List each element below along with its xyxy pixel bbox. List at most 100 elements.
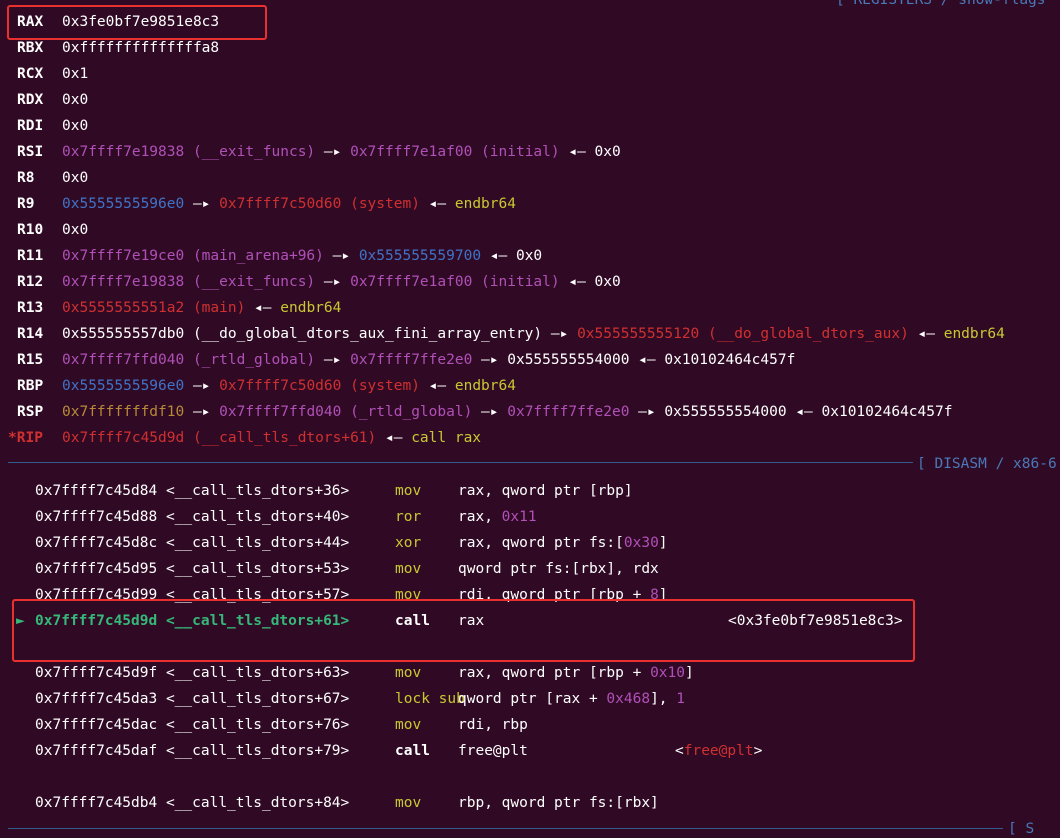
- register-name: RSP: [17, 404, 44, 420]
- register-value: 0x7fffffffdf10 —▸ 0x7ffff7ffd040 (_rtld_…: [62, 401, 952, 423]
- instruction-operands: rax, qword ptr fs:[0x30]: [458, 532, 668, 554]
- register-value-part: 0x0: [62, 170, 89, 186]
- instruction-mnemonic: mov: [395, 665, 422, 681]
- operand-part: 0x468: [606, 691, 651, 707]
- register-row-rbx: RBX 0xffffffffffffffa8: [0, 37, 1060, 59]
- register-value: 0x0: [62, 115, 88, 137]
- operand-part: rdi, rbp: [458, 717, 528, 733]
- instruction-mnemonic: mov: [395, 717, 422, 733]
- instruction-mnemonic: xor: [395, 535, 422, 551]
- register-value-part: 0x7ffff7ffd040 (_rtld_global): [62, 352, 316, 368]
- register-value-part: 0x7ffff7e19ce0 (main_arena+96): [62, 248, 324, 264]
- register-value-part: —▸: [184, 404, 220, 420]
- register-name: R12: [17, 274, 44, 290]
- register-row-rdx: RDX 0x0: [0, 89, 1060, 111]
- instruction-mnemonic: mov: [395, 561, 422, 577]
- register-value-part: 0x1: [62, 66, 89, 82]
- disasm-header: [ DISASM / x86-6: [917, 456, 1057, 472]
- register-value-part: endbr64: [454, 378, 516, 394]
- register-value-part: —▸: [323, 248, 359, 264]
- registers-header: [ REGISTERS / show-flags: [836, 0, 1046, 8]
- register-row-r11: R11 0x7ffff7e19ce0 (main_arena+96) —▸ 0x5…: [0, 245, 1060, 267]
- register-value-part: endbr64: [943, 326, 1005, 342]
- register-row-r12: R12 0x7ffff7e19838 (__exit_funcs) —▸ 0x7f…: [0, 271, 1060, 293]
- instruction-operands: free@plt: [458, 740, 528, 762]
- disasm-row: 0x7ffff7c45da3 <__call_tls_dtors+67> lock…: [0, 688, 1060, 710]
- register-value-part: 0x5555555596e0: [62, 378, 185, 394]
- call-target: <free@plt>: [675, 740, 762, 762]
- register-row-rbp: RBP 0x5555555596e0 —▸ 0x7ffff7c50d60 (sys…: [0, 375, 1060, 397]
- register-value-part: —▸ 0x555555554000 ◂— 0x10102464c457f: [629, 404, 953, 420]
- register-value-part: endbr64: [454, 196, 516, 212]
- instruction-address: 0x7ffff7c45da3 <__call_tls_dtors+67>: [35, 691, 350, 707]
- register-name: RBP: [17, 378, 44, 394]
- register-row-rcx: RCX 0x1: [0, 63, 1060, 85]
- register-value-part: —▸: [184, 378, 220, 394]
- register-row-r14: R14 0x555555557db0 (__do_global_dtors_aux…: [0, 323, 1060, 345]
- register-value-part: 0x7ffff7c45d9d (__call_tls_dtors+61): [62, 430, 377, 446]
- call-target-part: <: [675, 743, 684, 759]
- disasm-row: 0x7ffff7c45d8c <__call_tls_dtors+44> xor r…: [0, 532, 1060, 554]
- register-value-part: 0x0: [62, 118, 89, 134]
- register-value: 0x1: [62, 63, 88, 85]
- register-row-rip: *RIP 0x7ffff7c45d9d (__call_tls_dtors+61)…: [0, 427, 1060, 449]
- disasm-row: 0x7ffff7c45d88 <__call_tls_dtors+40> ror r…: [0, 506, 1060, 528]
- register-value-part: 0x7ffff7ffe2e0: [507, 404, 630, 420]
- register-value: 0xffffffffffffffa8: [62, 37, 219, 59]
- instruction-operands: rdi, rbp: [458, 714, 528, 736]
- register-value: 0x7ffff7ffd040 (_rtld_global) —▸ 0x7ffff…: [62, 349, 795, 371]
- register-row-r8: R8 0x0: [0, 167, 1060, 189]
- register-name: R14: [17, 326, 44, 342]
- register-value: 0x0: [62, 167, 88, 189]
- instruction-address: 0x7ffff7c45db4 <__call_tls_dtors+84>: [35, 795, 350, 811]
- call-target-part: >: [753, 743, 763, 759]
- register-value-part: 0xffffffffffffffa8: [62, 40, 220, 56]
- register-value: 0x0: [62, 219, 88, 241]
- operand-part: 0x11: [501, 509, 537, 525]
- operand-part: ]: [684, 665, 694, 681]
- instruction-mnemonic: mov: [395, 483, 422, 499]
- register-name: R9: [17, 196, 35, 212]
- register-value-part: —▸: [315, 144, 351, 160]
- register-value-part: 0x7ffff7e1af00 (initial): [350, 274, 560, 290]
- register-name: R13: [17, 300, 44, 316]
- register-value-part: 0x555555559700: [358, 248, 482, 264]
- instruction-mnemonic: ror: [395, 509, 422, 525]
- operand-part: free@plt: [458, 743, 528, 759]
- register-name: R15: [17, 352, 44, 368]
- register-value-part: 0x7ffff7c50d60 (system): [219, 378, 420, 394]
- disasm-row: 0x7ffff7c45d95 <__call_tls_dtors+53> mov q…: [0, 558, 1060, 580]
- instruction-operands: rax, qword ptr [rbp]: [458, 480, 633, 502]
- instruction-address: 0x7ffff7c45d95 <__call_tls_dtors+53>: [35, 561, 350, 577]
- disasm-row: 0x7ffff7c45d84 <__call_tls_dtors+36> mov r…: [0, 480, 1060, 502]
- register-name: R10: [17, 222, 44, 238]
- instruction-mnemonic: lock sub: [395, 691, 465, 707]
- register-row-r13: R13 0x5555555551a2 (main) ◂— endbr64: [0, 297, 1060, 319]
- instruction-address: 0x7ffff7c45d8c <__call_tls_dtors+44>: [35, 535, 350, 551]
- register-value-part: —▸: [542, 326, 578, 342]
- register-value-part: ◂—: [376, 430, 412, 446]
- register-value-part: 0x0: [62, 92, 89, 108]
- register-row-rsi: RSI 0x7ffff7e19838 (__exit_funcs) —▸ 0x7f…: [0, 141, 1060, 163]
- disasm-row: 0x7ffff7c45d9f <__call_tls_dtors+63> mov r…: [0, 662, 1060, 684]
- operand-part: rax,: [458, 509, 502, 525]
- register-value-part: ◂— 0x0: [481, 248, 543, 264]
- operand-part: ],: [650, 691, 677, 707]
- instruction-operands: rax, 0x11: [458, 506, 537, 528]
- call-target-part: free@plt: [683, 743, 754, 759]
- instruction-operands: rax, qword ptr [rbp + 0x10]: [458, 662, 694, 684]
- register-value-part: 0x555555555120 (__do_global_dtors_aux): [577, 326, 909, 342]
- register-value-part: 0x0: [62, 222, 89, 238]
- operand-part: qword ptr [rax +: [458, 691, 607, 707]
- instruction-address: 0x7ffff7c45daf <__call_tls_dtors+79>: [35, 743, 350, 759]
- operand-part: rbp, qword ptr fs:[rbx]: [458, 795, 659, 811]
- register-name: RDI: [17, 118, 44, 134]
- register-value-part: —▸: [315, 352, 351, 368]
- register-name: R11: [17, 248, 44, 264]
- instruction-address: 0x7ffff7c45d84 <__call_tls_dtors+36>: [35, 483, 350, 499]
- register-value-part: ◂—: [419, 378, 455, 394]
- instruction-operands: qword ptr [rax + 0x468], 1: [458, 688, 685, 710]
- register-row-r15: R15 0x7ffff7ffd040 (_rtld_global) —▸ 0x7f…: [0, 349, 1060, 371]
- register-name: RBX: [17, 40, 44, 56]
- register-row-r9: R9 0x5555555596e0 —▸ 0x7ffff7c50d60 (syst…: [0, 193, 1060, 215]
